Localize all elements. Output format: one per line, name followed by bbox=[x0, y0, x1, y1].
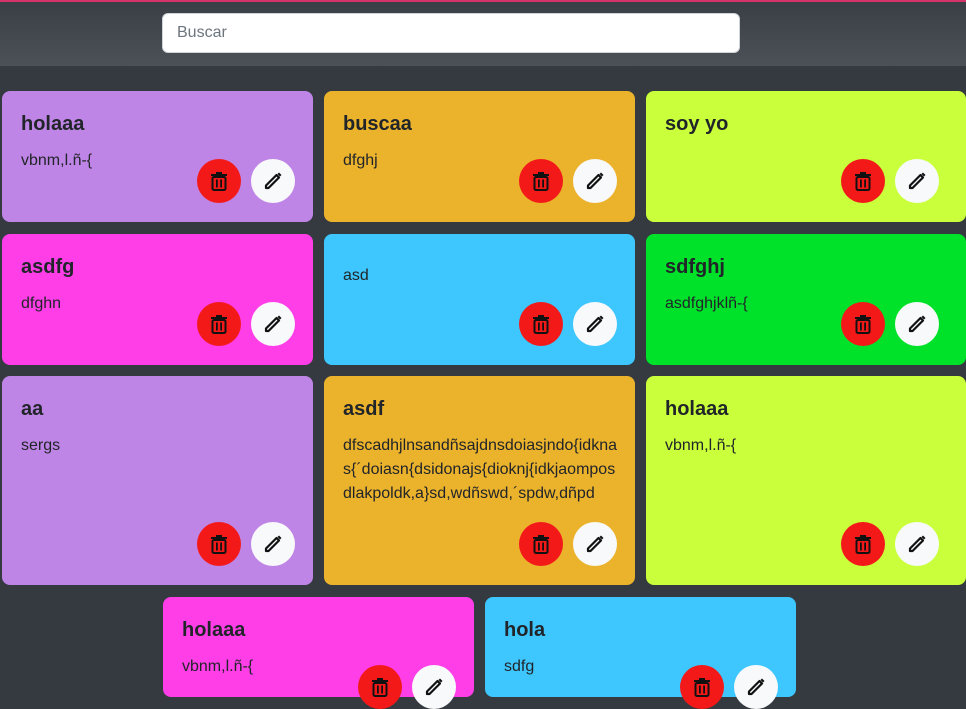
pencil-icon bbox=[746, 677, 766, 697]
edit-button[interactable] bbox=[895, 159, 939, 203]
edit-button[interactable] bbox=[251, 522, 295, 566]
note-text: dfghn bbox=[21, 295, 62, 312]
trash-icon bbox=[371, 677, 389, 697]
note-title: aa bbox=[21, 398, 44, 420]
note-text: dfscadhjlnsandñsajdnsdoiasjndo{idknas{´d… bbox=[343, 437, 617, 502]
edit-button[interactable] bbox=[573, 159, 617, 203]
trash-icon bbox=[854, 534, 872, 554]
delete-button[interactable] bbox=[197, 159, 241, 203]
note-title: hola bbox=[504, 619, 546, 641]
note-title: sdfghj bbox=[665, 256, 725, 278]
note-card: asdf dfscadhjlnsandñsajdnsdoiasjndo{idkna… bbox=[324, 376, 635, 585]
pencil-icon bbox=[263, 171, 283, 191]
note-text: asd bbox=[343, 267, 369, 284]
note-title: holaaa bbox=[21, 113, 85, 135]
pencil-icon bbox=[424, 677, 444, 697]
edit-button[interactable] bbox=[251, 159, 295, 203]
note-text: vbnm,l.ñ-{ bbox=[182, 658, 254, 675]
trash-icon bbox=[532, 534, 550, 554]
note-card: holaaa vbnm,l.ñ-{ bbox=[163, 597, 474, 709]
delete-button[interactable] bbox=[519, 159, 563, 203]
note-title: asdfg bbox=[21, 256, 75, 278]
note-text: sdfg bbox=[504, 658, 535, 675]
delete-button[interactable] bbox=[197, 522, 241, 566]
pencil-icon bbox=[585, 171, 605, 191]
note-card: sdfghj asdfghjklñ-{ bbox=[646, 234, 966, 365]
note-card: aa sergs bbox=[2, 376, 313, 585]
trash-icon bbox=[854, 314, 872, 334]
trash-icon bbox=[532, 314, 550, 334]
note-text: vbnm,l.ñ-{ bbox=[21, 152, 93, 169]
edit-button[interactable] bbox=[895, 522, 939, 566]
note-title: holaaa bbox=[665, 398, 729, 420]
pencil-icon bbox=[585, 534, 605, 554]
trash-icon bbox=[693, 677, 711, 697]
delete-button[interactable] bbox=[841, 302, 885, 346]
header-bar bbox=[0, 2, 966, 66]
note-card: soy yo bbox=[646, 91, 966, 222]
edit-button[interactable] bbox=[573, 522, 617, 566]
note-card: hola sdfg bbox=[485, 597, 796, 709]
note-card: holaaa vbnm,l.ñ-{ bbox=[2, 91, 313, 222]
pencil-icon bbox=[907, 534, 927, 554]
note-title: soy yo bbox=[665, 113, 729, 135]
note-text: dfghj bbox=[343, 152, 378, 169]
pencil-icon bbox=[263, 314, 283, 334]
trash-icon bbox=[854, 171, 872, 191]
note-title: holaaa bbox=[182, 619, 246, 641]
note-card: asd bbox=[324, 234, 635, 365]
note-title: asdf bbox=[343, 398, 385, 420]
trash-icon bbox=[210, 534, 228, 554]
search-input[interactable] bbox=[162, 13, 740, 53]
edit-button[interactable] bbox=[573, 302, 617, 346]
note-text: vbnm,l.ñ-{ bbox=[665, 437, 737, 454]
note-text: sergs bbox=[21, 437, 61, 454]
note-card: buscaa dfghj bbox=[324, 91, 635, 222]
pencil-icon bbox=[585, 314, 605, 334]
pencil-icon bbox=[907, 171, 927, 191]
edit-button[interactable] bbox=[251, 302, 295, 346]
delete-button[interactable] bbox=[841, 522, 885, 566]
edit-button[interactable] bbox=[895, 302, 939, 346]
trash-icon bbox=[210, 171, 228, 191]
note-title: buscaa bbox=[343, 113, 412, 135]
trash-icon bbox=[210, 314, 228, 334]
pencil-icon bbox=[263, 534, 283, 554]
delete-button[interactable] bbox=[197, 302, 241, 346]
delete-button[interactable] bbox=[841, 159, 885, 203]
pencil-icon bbox=[907, 314, 927, 334]
note-card: asdfg dfghn bbox=[2, 234, 313, 365]
note-card: holaaa vbnm,l.ñ-{ bbox=[646, 376, 966, 585]
delete-button[interactable] bbox=[519, 302, 563, 346]
trash-icon bbox=[532, 171, 550, 191]
delete-button[interactable] bbox=[519, 522, 563, 566]
